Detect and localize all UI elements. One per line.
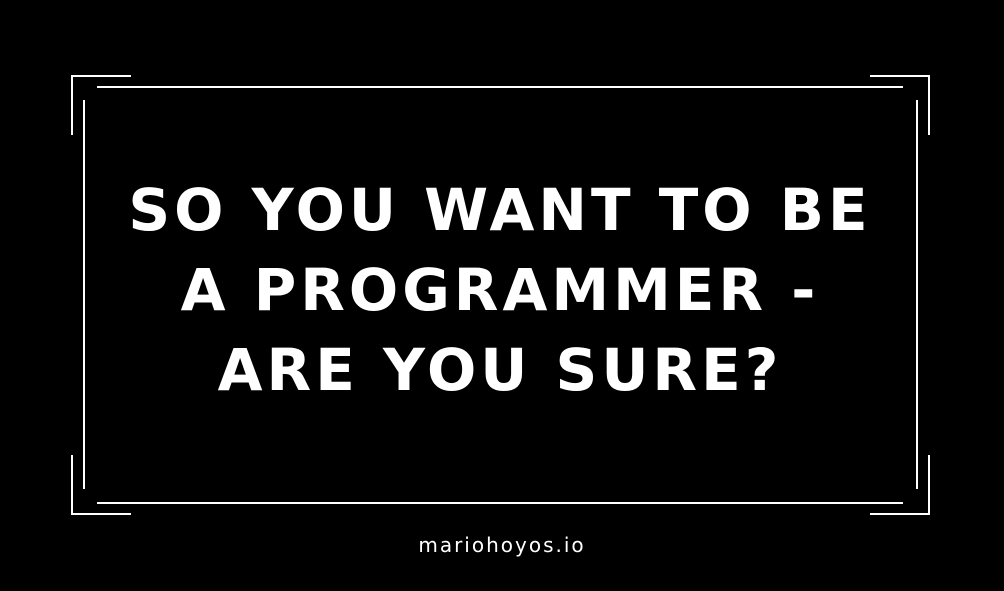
title-card: SO YOU WANT TO BE A PROGRAMMER - ARE YOU… bbox=[0, 0, 1004, 591]
headline: SO YOU WANT TO BE A PROGRAMMER - ARE YOU… bbox=[97, 170, 903, 410]
corner-bottom-left-vertical bbox=[71, 455, 73, 515]
frame-top-line bbox=[97, 86, 903, 88]
site-url: mariohoyos.io bbox=[418, 533, 586, 557]
corner-top-right-vertical bbox=[928, 75, 930, 135]
headline-line-2: A PROGRAMMER - bbox=[180, 256, 820, 324]
corner-top-right-horizontal bbox=[870, 75, 930, 77]
frame-bottom-line bbox=[97, 502, 903, 504]
corner-top-left-vertical bbox=[71, 75, 73, 135]
headline-line-1: SO YOU WANT TO BE bbox=[128, 176, 872, 244]
frame-left-line bbox=[83, 100, 85, 489]
headline-line-3: ARE YOU SURE? bbox=[217, 336, 783, 404]
frame-right-line bbox=[916, 100, 918, 489]
corner-bottom-left-horizontal bbox=[71, 513, 131, 515]
corner-bottom-right-horizontal bbox=[870, 513, 930, 515]
corner-bottom-right-vertical bbox=[928, 455, 930, 515]
corner-top-left-horizontal bbox=[71, 75, 131, 77]
